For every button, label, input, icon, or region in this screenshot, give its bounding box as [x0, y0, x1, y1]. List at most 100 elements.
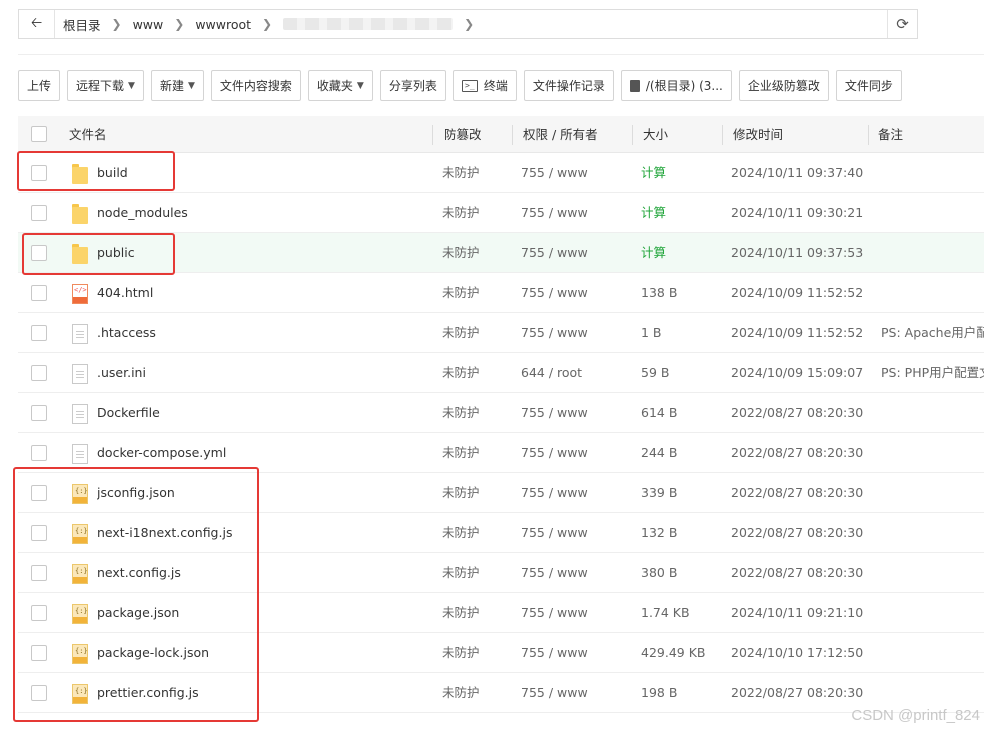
table-row[interactable]: .user.ini 未防护 644 / root 59 B 2024/10/09 15:…	[18, 353, 984, 393]
file-name[interactable]: next-i18next.config.js	[97, 513, 427, 553]
breadcrumb-redacted[interactable]	[283, 18, 454, 30]
protect-status[interactable]: 未防护	[442, 673, 480, 713]
row-checkbox[interactable]	[31, 525, 47, 541]
upload-button[interactable]: 上传	[18, 70, 61, 101]
header-perm[interactable]: 权限 / 所有者	[523, 116, 598, 153]
row-checkbox[interactable]	[31, 485, 47, 501]
table-row[interactable]: Dockerfile 未防护 755 / www 614 B 2022/08/27 08…	[18, 393, 984, 433]
file-name[interactable]: 404.html	[97, 273, 427, 313]
disk-button[interactable]: /(根目录) (3...	[620, 70, 732, 101]
file-name[interactable]: .htaccess	[97, 313, 427, 353]
file-name[interactable]: .user.ini	[97, 353, 427, 393]
row-checkbox[interactable]	[31, 365, 47, 381]
permission-owner[interactable]: 644 / root	[521, 353, 582, 393]
table-row[interactable]: build 未防护 755 / www 计算 2024/10/11 09:37:40	[18, 153, 984, 193]
file-name[interactable]: package-lock.json	[97, 633, 427, 673]
table-row[interactable]: {:} next.config.js 未防护 755 / www 380 B 2022/0…	[18, 553, 984, 593]
breadcrumb-wwwroot[interactable]: wwwroot	[195, 17, 251, 32]
row-checkbox[interactable]	[31, 205, 47, 221]
file-name[interactable]: jsconfig.json	[97, 473, 427, 513]
row-checkbox[interactable]	[31, 405, 47, 421]
file-name[interactable]: docker-compose.yml	[97, 433, 427, 473]
file-name[interactable]: node_modules	[97, 193, 427, 233]
protect-status[interactable]: 未防护	[442, 553, 480, 593]
protect-status[interactable]: 未防护	[442, 633, 480, 673]
table-row[interactable]: {:} next-i18next.config.js 未防护 755 / www 132…	[18, 513, 984, 553]
operation-log-button[interactable]: 文件操作记录	[523, 70, 614, 101]
row-checkbox[interactable]	[31, 565, 47, 581]
permission-owner[interactable]: 755 / www	[521, 193, 588, 233]
file-name[interactable]: Dockerfile	[97, 393, 427, 433]
protect-status[interactable]: 未防护	[442, 233, 480, 273]
row-checkbox[interactable]	[31, 685, 47, 701]
back-arrow-icon[interactable]: 🡠	[19, 10, 55, 38]
row-checkbox[interactable]	[31, 245, 47, 261]
permission-owner[interactable]: 755 / www	[521, 433, 588, 473]
file-name[interactable]: next.config.js	[97, 553, 427, 593]
table-row[interactable]: .htaccess 未防护 755 / www 1 B 2024/10/09 11:52…	[18, 313, 984, 353]
file-name[interactable]: package.json	[97, 593, 427, 633]
terminal-button[interactable]: >_ 终端	[452, 70, 517, 101]
row-checkbox[interactable]	[31, 445, 47, 461]
protect-status[interactable]: 未防护	[442, 473, 480, 513]
row-checkbox[interactable]	[31, 165, 47, 181]
file-size[interactable]: 计算	[641, 153, 666, 193]
favorites-button[interactable]: 收藏夹 ▼	[307, 70, 373, 101]
protect-status[interactable]: 未防护	[442, 393, 480, 433]
row-checkbox[interactable]	[31, 645, 47, 661]
permission-owner[interactable]: 755 / www	[521, 393, 588, 433]
protect-status[interactable]: 未防护	[442, 313, 480, 353]
protect-status[interactable]: 未防护	[442, 513, 480, 553]
protect-status[interactable]: 未防护	[442, 273, 480, 313]
file-name[interactable]: public	[97, 233, 427, 273]
header-name[interactable]: 文件名	[69, 116, 107, 153]
permission-owner[interactable]: 755 / www	[521, 513, 588, 553]
permission-owner[interactable]: 755 / www	[521, 473, 588, 513]
permission-owner[interactable]: 755 / www	[521, 553, 588, 593]
file-name[interactable]: build	[97, 153, 427, 193]
protect-status[interactable]: 未防护	[442, 433, 480, 473]
protect-status[interactable]: 未防护	[442, 593, 480, 633]
permission-owner[interactable]: 755 / www	[521, 273, 588, 313]
table-row[interactable]: </> 404.html 未防护 755 / www 138 B 2024/10/09 1…	[18, 273, 984, 313]
table-row[interactable]: {:} package.json 未防护 755 / www 1.74 KB 2024/1…	[18, 593, 984, 633]
permission-owner[interactable]: 755 / www	[521, 153, 588, 193]
protect-status[interactable]: 未防护	[442, 193, 480, 233]
chevron-down-icon: ▼	[128, 80, 135, 91]
tamper-protect-button[interactable]: 企业级防篡改	[738, 70, 829, 101]
share-list-button[interactable]: 分享列表	[379, 70, 446, 101]
select-all-checkbox[interactable]	[31, 126, 47, 142]
header-mtime[interactable]: 修改时间	[733, 116, 783, 153]
table-row[interactable]: node_modules 未防护 755 / www 计算 2024/10/11 09:…	[18, 193, 984, 233]
refresh-icon[interactable]: ⟳	[887, 10, 917, 38]
file-note: PS: Apache用户配置	[881, 325, 984, 340]
table-row[interactable]: {:} package-lock.json 未防护 755 / www 429.49 K…	[18, 633, 984, 673]
permission-owner[interactable]: 755 / www	[521, 313, 588, 353]
header-size[interactable]: 大小	[643, 116, 668, 153]
breadcrumb-www[interactable]: www	[133, 17, 164, 32]
permission-owner[interactable]: 755 / www	[521, 233, 588, 273]
permission-owner[interactable]: 755 / www	[521, 593, 588, 633]
content-search-button[interactable]: 文件内容搜索	[210, 70, 301, 101]
table-row[interactable]: public 未防护 755 / www 计算 2024/10/11 09:37:53	[18, 233, 984, 273]
protect-status[interactable]: 未防护	[442, 353, 480, 393]
file-size[interactable]: 计算	[641, 193, 666, 233]
permission-owner[interactable]: 755 / www	[521, 633, 588, 673]
table-row[interactable]: docker-compose.yml 未防护 755 / www 244 B 2022/…	[18, 433, 984, 473]
protect-status[interactable]: 未防护	[442, 153, 480, 193]
header-protect[interactable]: 防篡改	[444, 116, 482, 153]
row-checkbox[interactable]	[31, 325, 47, 341]
table-row[interactable]: {:} prettier.config.js 未防护 755 / www 198 B 20…	[18, 673, 984, 713]
breadcrumb-root[interactable]: 根目录	[63, 15, 101, 34]
permission-owner[interactable]: 755 / www	[521, 673, 588, 713]
file-sync-button[interactable]: 文件同步	[835, 70, 902, 101]
file-size[interactable]: 计算	[641, 233, 666, 273]
row-checkbox[interactable]	[31, 605, 47, 621]
file-note: PS: PHP用户配置文	[881, 365, 984, 380]
row-checkbox[interactable]	[31, 285, 47, 301]
table-row[interactable]: {:} jsconfig.json 未防护 755 / www 339 B 2022/08…	[18, 473, 984, 513]
new-button[interactable]: 新建 ▼	[150, 70, 204, 101]
disk-icon	[629, 79, 640, 92]
file-name[interactable]: prettier.config.js	[97, 673, 427, 713]
remote-download-button[interactable]: 远程下载 ▼	[67, 70, 144, 101]
